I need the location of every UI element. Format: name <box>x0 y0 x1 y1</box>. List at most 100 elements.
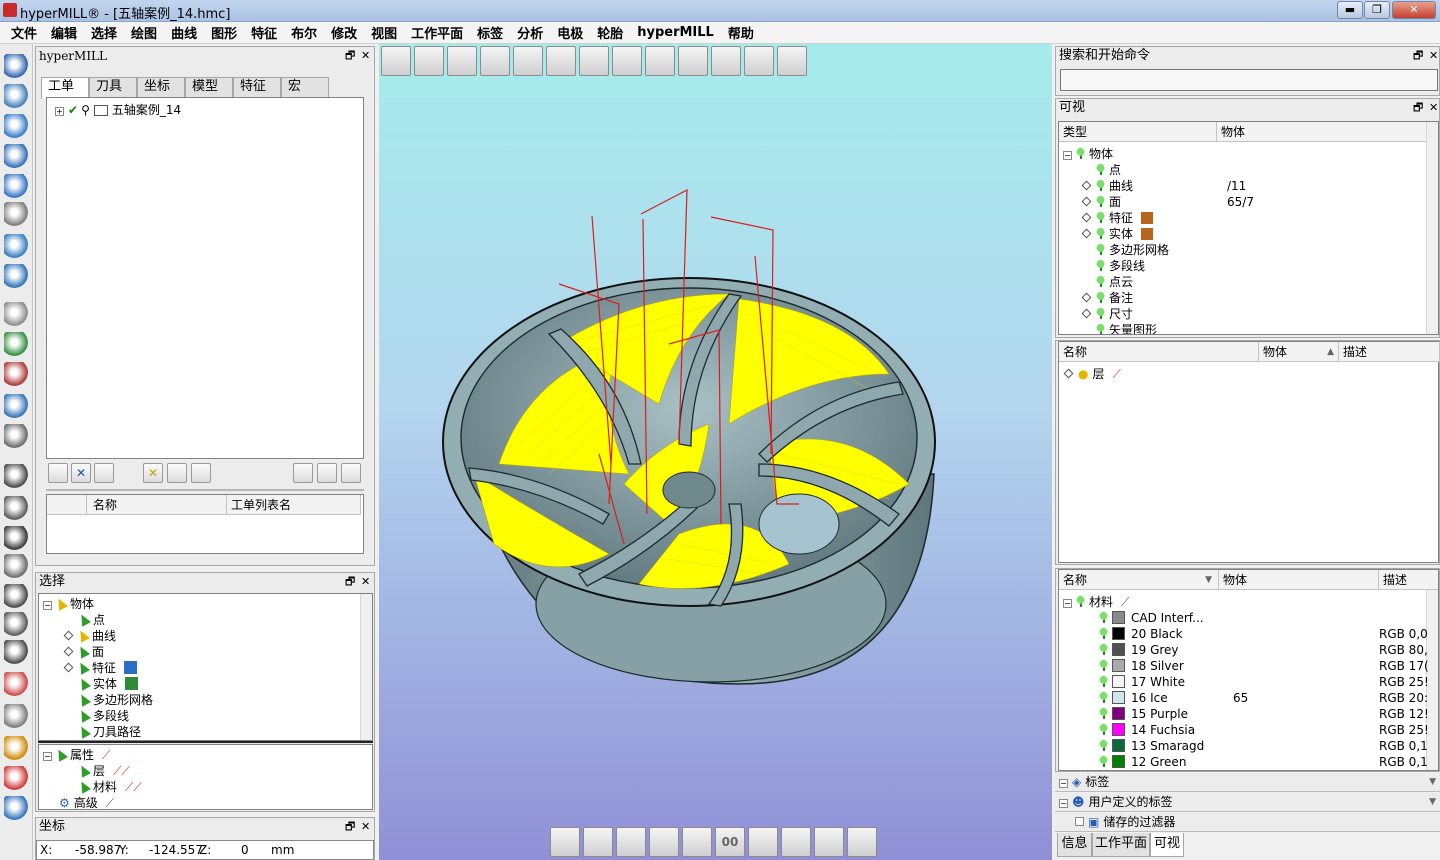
menu-item-12[interactable]: 分析 <box>510 23 550 42</box>
menu-item-16[interactable]: 帮助 <box>721 23 761 42</box>
close-icon[interactable]: ✕ <box>1429 49 1438 63</box>
scrollbar[interactable] <box>360 594 372 740</box>
section-0[interactable]: − ◈ 标签 ▼ <box>1055 773 1440 792</box>
splitter[interactable] <box>46 489 364 491</box>
menu-item-11[interactable]: 标签 <box>470 23 510 42</box>
close-button[interactable]: ✕ <box>1392 1 1436 19</box>
select-item-4[interactable]: 实体 <box>77 676 139 692</box>
star-icon[interactable] <box>682 827 712 857</box>
image-icon[interactable] <box>341 463 361 483</box>
material-row-8[interactable]: 13 Smaragd RGB 0,1 <box>1099 738 1429 754</box>
select-item-2[interactable]: 面 <box>63 644 104 660</box>
col-list-name[interactable]: 工单列表名 <box>227 495 361 515</box>
visible-row-10[interactable]: 矢量图形 <box>1081 322 1421 334</box>
stack-icon[interactable] <box>4 144 30 170</box>
tab-4[interactable]: 特征 <box>233 77 281 97</box>
close-icon[interactable]: ✕ <box>361 820 370 834</box>
shoe-icon[interactable] <box>4 234 30 260</box>
attr-tree[interactable]: − 属性 ⟋ 层 ⟋⟋ 材料 ⟋⟋ ⚙ 高级 ⟋ <box>38 744 373 810</box>
float-icon[interactable]: 🗗 <box>345 575 355 589</box>
visible-row-3[interactable]: 特征 <box>1081 210 1421 226</box>
float-icon[interactable]: 🗗 <box>1413 49 1423 63</box>
probe-icon[interactable] <box>4 302 30 328</box>
col-object[interactable]: 物体 <box>1219 570 1379 590</box>
tool-b-icon[interactable] <box>4 704 30 730</box>
material-row-5[interactable]: 16 Ice 65 RGB 20: <box>1099 690 1429 706</box>
draft-icon[interactable] <box>616 827 646 857</box>
visible-row-1[interactable]: 曲线/11 <box>1081 178 1421 194</box>
visible-row-8[interactable]: 备注 <box>1081 290 1421 306</box>
export-icon[interactable] <box>317 463 337 483</box>
cube-icon[interactable] <box>4 264 30 290</box>
material-row-4[interactable]: 17 White RGB 25! <box>1099 674 1429 690</box>
menu-item-6[interactable]: 特征 <box>244 23 284 42</box>
search-input[interactable] <box>1060 69 1438 91</box>
shade-icon[interactable] <box>550 827 580 857</box>
close-icon[interactable]: ✕ <box>361 49 370 63</box>
float-icon[interactable]: 🗗 <box>1413 101 1423 115</box>
simulate-icon[interactable] <box>293 463 313 483</box>
redo-icon[interactable] <box>678 46 708 76</box>
tab-2[interactable]: 坐标 <box>137 77 185 97</box>
cube-iso-icon[interactable] <box>4 612 30 638</box>
menu-item-10[interactable]: 工作平面 <box>404 23 470 42</box>
col-name[interactable]: 名称 <box>1059 342 1259 362</box>
wand-icon[interactable]: ✕ <box>143 463 163 483</box>
delete-icon[interactable]: ✕ <box>71 463 91 483</box>
save-icon[interactable] <box>480 46 510 76</box>
cube-solid-icon[interactable] <box>4 496 30 522</box>
material-row-3[interactable]: 18 Silver RGB 17( <box>1099 658 1429 674</box>
attr-item-layer[interactable]: 层 ⟋⟋ <box>77 763 130 779</box>
globe-icon[interactable] <box>583 827 613 857</box>
menu-item-0[interactable]: 文件 <box>4 23 44 42</box>
cube-wire-icon[interactable] <box>4 464 30 490</box>
select-item-1[interactable]: 曲线 <box>63 628 116 644</box>
undo-red-icon[interactable] <box>645 46 675 76</box>
col-desc[interactable]: 描述 <box>1339 342 1440 362</box>
float-icon[interactable]: 🗗 <box>345 820 355 834</box>
restore-button[interactable]: ❐ <box>1364 1 1390 19</box>
cube-red-icon[interactable] <box>744 46 774 76</box>
col-type[interactable]: 类型 <box>1059 122 1217 142</box>
cut-icon[interactable] <box>4 202 30 228</box>
advanced-item[interactable]: ⚙ 高级 ⟋ <box>59 795 114 811</box>
info-icon[interactable] <box>579 46 609 76</box>
material-row-0[interactable]: CAD Interf... <box>1099 610 1429 626</box>
col-name[interactable]: 名称 <box>87 495 227 515</box>
copy-job-icon[interactable] <box>167 463 187 483</box>
help-icon[interactable] <box>4 394 30 420</box>
visible-row-2[interactable]: 面 65/7 <box>1081 194 1421 210</box>
notes-icon[interactable] <box>4 424 30 450</box>
robot-icon[interactable] <box>4 362 30 388</box>
material-row-6[interactable]: 15 Purple RGB 12! <box>1099 706 1429 722</box>
menu-item-8[interactable]: 修改 <box>324 23 364 42</box>
label-icon[interactable]: 00 <box>715 827 745 857</box>
material-row-9[interactable]: 12 Green RGB 0,1 <box>1099 754 1429 770</box>
select-item-5[interactable]: 多边形网格 <box>77 692 153 708</box>
section-2[interactable]: ▣ 储存的过滤器 <box>1055 813 1440 832</box>
menu-item-14[interactable]: 轮胎 <box>590 23 630 42</box>
job-list-table[interactable]: 名称 工单列表名 <box>46 494 364 554</box>
select-item-7[interactable]: 刀具路径 <box>77 724 141 740</box>
calc-icon[interactable] <box>546 46 576 76</box>
close-icon[interactable]: ✕ <box>1429 101 1438 115</box>
part-model[interactable] <box>379 44 1052 860</box>
menu-item-4[interactable]: 曲线 <box>164 23 204 42</box>
cube-hidden-icon[interactable] <box>4 554 30 580</box>
col-desc[interactable]: 描述 <box>1379 570 1438 590</box>
menu-item-9[interactable]: 视图 <box>364 23 404 42</box>
visible-tree[interactable]: 类型 物体 − 物体 点曲线/11 面 65/7 特征 实体 多边形网格 多段线 点云 备注 尺寸矢… <box>1058 121 1439 335</box>
job-tree[interactable]: + ✔ ⚲ 五轴案例_14 <box>46 97 364 459</box>
tool-a-icon[interactable] <box>4 672 30 698</box>
pen-icon[interactable] <box>814 827 844 857</box>
attr-item-material[interactable]: 材料 ⟋⟋ <box>77 779 142 795</box>
menu-item-13[interactable]: 电极 <box>550 23 590 42</box>
tab-5[interactable]: 宏 <box>281 77 329 97</box>
visible-row-6[interactable]: 多段线 <box>1081 258 1421 274</box>
3d-viewport[interactable]: 00 <box>379 44 1052 860</box>
tree-root[interactable]: − 物体 <box>43 596 94 612</box>
stock-icon[interactable] <box>414 46 444 76</box>
cube-dark-icon[interactable] <box>4 526 30 552</box>
coord-readout[interactable]: X: -58.987 Y: -124.557 Z: 0 mm <box>36 840 374 860</box>
tool-c-icon[interactable] <box>4 736 30 762</box>
